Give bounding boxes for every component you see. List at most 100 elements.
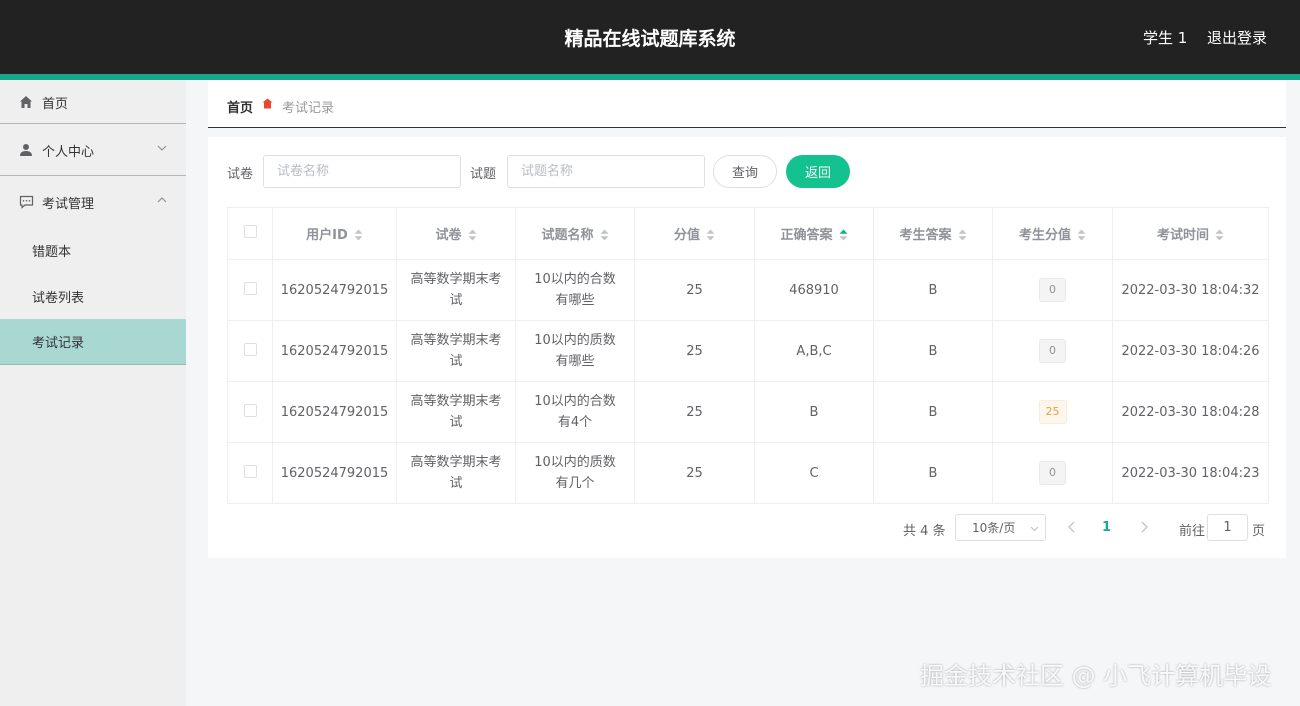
- column-header[interactable]: 正确答案: [754, 207, 874, 260]
- table-row[interactable]: 1620524792015 高等数学期末考试 10以内的质数有几个 25 C B…: [227, 442, 1269, 504]
- sidebar-item-exam-records[interactable]: 考试记录: [0, 319, 186, 365]
- exam-records-table: 用户ID 试卷 试题名称 分值 正确答案 考生答案 考生分值 考试时间 1620…: [227, 207, 1269, 504]
- sort-icon[interactable]: [958, 229, 967, 241]
- sort-ascending-icon[interactable]: [839, 229, 848, 241]
- breadcrumb-current: 考试记录: [282, 101, 335, 116]
- sidebar-item-label: 首页: [42, 96, 69, 112]
- column-header[interactable]: 考生分值: [992, 207, 1113, 260]
- table-row[interactable]: 1620524792015 高等数学期末考试 10以内的合数有哪些 25 468…: [227, 259, 1269, 321]
- row-checkbox[interactable]: [243, 281, 257, 295]
- user-icon: [18, 142, 34, 158]
- student-answer-cell: B: [873, 259, 993, 321]
- correct-answer-cell: C: [754, 442, 874, 504]
- question-cell: 10以内的质数有几个: [515, 442, 635, 504]
- correct-answer-cell: 468910: [754, 259, 874, 321]
- student-score-cell: 0: [992, 442, 1113, 504]
- exam-time-cell: 2022-03-30 18:04:23: [1112, 442, 1269, 504]
- student-score-tag: 0: [1039, 461, 1066, 485]
- correct-answer-cell: B: [754, 381, 874, 443]
- column-title: 考生分值: [1018, 228, 1071, 243]
- exam-time-cell: 2022-03-30 18:04:28: [1112, 381, 1269, 443]
- question-search-input[interactable]: [507, 155, 705, 188]
- student-score-tag: 25: [1038, 400, 1067, 424]
- column-header[interactable]: 分值: [634, 207, 755, 260]
- query-button[interactable]: 查询: [713, 155, 777, 188]
- sort-icon[interactable]: [706, 229, 715, 241]
- back-button[interactable]: 返回: [786, 155, 850, 188]
- row-select-cell: [227, 320, 273, 382]
- exam-time-cell: 2022-03-30 18:04:26: [1112, 320, 1269, 382]
- current-user[interactable]: 学生 1: [1143, 27, 1187, 48]
- paper-cell: 高等数学期末考试: [396, 381, 516, 443]
- student-score-tag: 0: [1039, 339, 1066, 363]
- top-bar: 精品在线试题库系统 学生 1 退出登录: [0, 0, 1300, 74]
- chat-icon: [18, 194, 34, 210]
- column-title: 用户ID: [306, 228, 348, 243]
- current-page-number[interactable]: 1: [1102, 520, 1111, 535]
- table-row[interactable]: 1620524792015 高等数学期末考试 10以内的合数有4个 25 B B…: [227, 381, 1269, 443]
- paper-cell: 高等数学期末考试: [396, 259, 516, 321]
- page-suffix-label: 页: [1252, 524, 1266, 539]
- sidebar-item-label: 个人中心: [42, 144, 95, 160]
- question-cell: 10以内的合数有哪些: [515, 259, 635, 321]
- breadcrumb-home[interactable]: 首页: [227, 97, 253, 116]
- page-size-select[interactable]: 10条/页: [955, 514, 1046, 541]
- logout-link[interactable]: 退出登录: [1207, 27, 1267, 48]
- breadcrumb: 首页 考试记录: [208, 80, 1286, 128]
- student-answer-cell: B: [873, 320, 993, 382]
- column-title: 试题名称: [541, 228, 594, 243]
- sidebar: 首页 个人中心 考试管理 错题本 试卷列表 考试记录: [0, 80, 186, 706]
- column-header[interactable]: 用户ID: [272, 207, 397, 260]
- goto-page-input[interactable]: [1207, 514, 1248, 541]
- score-cell: 25: [634, 259, 755, 321]
- row-select-cell: [227, 381, 273, 443]
- paper-search-input[interactable]: [263, 155, 461, 188]
- column-header[interactable]: 考生答案: [873, 207, 993, 260]
- column-header[interactable]: 试题名称: [515, 207, 635, 260]
- question-label: 试题: [470, 167, 497, 182]
- column-header[interactable]: 试卷: [396, 207, 516, 260]
- sort-icon[interactable]: [600, 229, 609, 241]
- column-title: 正确答案: [780, 228, 833, 243]
- goto-label: 前往: [1179, 524, 1206, 539]
- paper-cell: 高等数学期末考试: [396, 442, 516, 504]
- sidebar-item-personal[interactable]: 个人中心: [0, 128, 186, 172]
- sidebar-item-exam-management[interactable]: 考试管理: [0, 180, 186, 224]
- sidebar-item-wrong-book[interactable]: 错题本: [0, 227, 186, 273]
- sort-icon[interactable]: [1215, 229, 1224, 241]
- user-id-cell: 1620524792015: [272, 442, 397, 504]
- sidebar-item-label: 考试管理: [42, 196, 95, 212]
- row-checkbox[interactable]: [243, 403, 257, 417]
- column-header[interactable]: 考试时间: [1112, 207, 1269, 260]
- paper-label: 试卷: [227, 167, 254, 182]
- app-title: 精品在线试题库系统: [564, 28, 736, 50]
- pagination-total: 共 4 条: [903, 524, 946, 539]
- table-header-row: 用户ID 试卷 试题名称 分值 正确答案 考生答案 考生分值 考试时间: [227, 207, 1269, 260]
- user-id-cell: 1620524792015: [272, 259, 397, 321]
- column-title: 考生答案: [899, 228, 952, 243]
- chevron-down-icon: [157, 145, 167, 151]
- column-title: 试卷: [435, 228, 462, 243]
- sort-icon[interactable]: [468, 229, 477, 241]
- score-cell: 25: [634, 442, 755, 504]
- row-checkbox[interactable]: [243, 464, 257, 478]
- user-id-cell: 1620524792015: [272, 381, 397, 443]
- sidebar-divider: [0, 123, 186, 124]
- question-cell: 10以内的合数有4个: [515, 381, 635, 443]
- select-all-checkbox[interactable]: [243, 225, 257, 238]
- column-title: 考试时间: [1156, 228, 1209, 243]
- student-score-cell: 0: [992, 259, 1113, 321]
- score-cell: 25: [634, 320, 755, 382]
- chevron-up-icon: [157, 197, 167, 203]
- sidebar-item-paper-list[interactable]: 试卷列表: [0, 273, 186, 319]
- row-checkbox[interactable]: [243, 342, 257, 356]
- sort-icon[interactable]: [354, 229, 363, 241]
- table-row[interactable]: 1620524792015 高等数学期末考试 10以内的质数有哪些 25 A,B…: [227, 320, 1269, 382]
- column-title: 分值: [673, 228, 700, 243]
- watermark: 掘金技术社区 @ 小飞计算机毕设: [920, 662, 1272, 690]
- prev-page-icon[interactable]: [1064, 519, 1080, 535]
- exam-time-cell: 2022-03-30 18:04:32: [1112, 259, 1269, 321]
- next-page-icon[interactable]: [1136, 519, 1152, 535]
- sort-icon[interactable]: [1077, 229, 1086, 241]
- sidebar-item-home[interactable]: 首页: [0, 80, 186, 124]
